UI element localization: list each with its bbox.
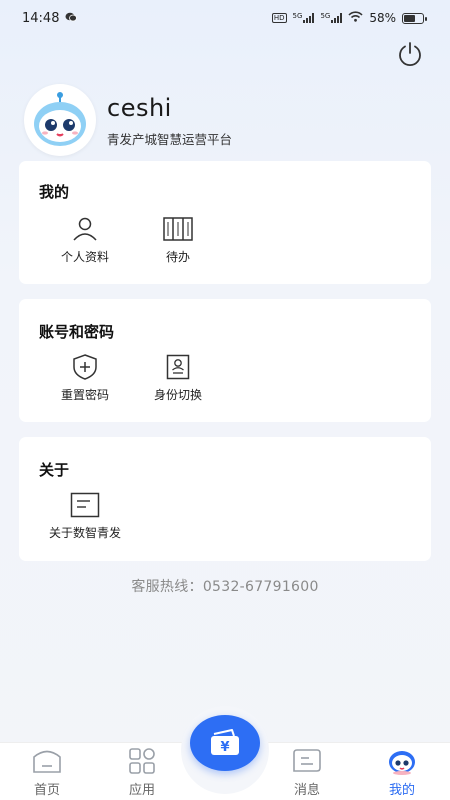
mine-card-title: 我的 xyxy=(39,183,70,201)
person-icon xyxy=(72,214,98,244)
nav-messages[interactable]: 消息 xyxy=(277,747,337,798)
todo-label: 待办 xyxy=(165,250,190,264)
nav-messages-label: 消息 xyxy=(293,783,320,798)
todo-button[interactable]: 待办 xyxy=(133,214,223,265)
wechat-icon xyxy=(65,11,78,26)
home-icon xyxy=(32,747,62,775)
wifi-icon xyxy=(348,11,363,25)
battery-icon xyxy=(402,12,427,24)
reset-password-label: 重置密码 xyxy=(60,388,109,402)
profile-header: ceshi 青发产城智慧运营平台 xyxy=(24,84,232,156)
apps-grid-icon xyxy=(128,747,156,775)
avatar[interactable] xyxy=(24,84,96,156)
nav-home-label: 首页 xyxy=(33,783,60,798)
switch-identity-label: 身份切换 xyxy=(153,388,202,402)
profile-info-label: 个人资料 xyxy=(60,250,109,264)
nav-apps[interactable]: 应用 xyxy=(112,747,172,798)
battery-percent: 58% xyxy=(369,11,396,25)
robot-avatar-icon xyxy=(34,92,86,146)
profile-info-button[interactable]: 个人资料 xyxy=(40,214,130,265)
customer-service-hotline[interactable]: 客服热线：0532-67791600 xyxy=(0,576,450,596)
switch-identity-button[interactable]: 身份切换 xyxy=(133,352,223,403)
id-card-icon xyxy=(166,352,190,382)
reset-password-button[interactable]: 重置密码 xyxy=(40,352,130,403)
mine-card: 我的 个人资料 待办 xyxy=(19,161,431,284)
status-bar: 14:48 HD 5G 5G 58% xyxy=(0,0,450,36)
wallet-yen-icon: ¥ xyxy=(211,729,239,755)
robot-avatar-icon xyxy=(387,747,417,775)
status-right: HD 5G 5G 58% xyxy=(271,11,427,25)
profile-text: ceshi 青发产城智慧运营平台 xyxy=(107,93,232,148)
signal-5g-2: 5G xyxy=(320,13,343,23)
platform-name: 青发产城智慧运营平台 xyxy=(107,131,233,147)
hd-badge: HD xyxy=(271,13,287,23)
about-card: 关于 关于数智青发 xyxy=(19,437,431,561)
signal-5g-1: 5G xyxy=(293,13,315,23)
svg-text:¥: ¥ xyxy=(220,740,229,755)
nav-home[interactable]: 首页 xyxy=(17,747,77,798)
todo-icon xyxy=(163,214,193,244)
shield-plus-icon xyxy=(72,352,98,382)
nav-mine-label: 我的 xyxy=(388,783,415,798)
power-icon[interactable] xyxy=(396,40,424,68)
account-card-title: 账号和密码 xyxy=(39,323,115,341)
about-app-label: 关于数智青发 xyxy=(48,526,121,540)
status-time: 14:48 xyxy=(22,10,60,26)
document-icon xyxy=(70,490,100,520)
message-icon xyxy=(292,747,322,775)
status-left: 14:48 xyxy=(22,10,78,26)
user-name: ceshi xyxy=(107,93,172,122)
nav-apps-label: 应用 xyxy=(128,783,155,798)
center-wallet-button[interactable]: ¥ xyxy=(190,715,260,771)
nav-mine[interactable]: 我的 xyxy=(372,747,432,798)
about-app-button[interactable]: 关于数智青发 xyxy=(34,490,136,541)
about-card-title: 关于 xyxy=(39,461,70,479)
account-card: 账号和密码 重置密码 身份切换 xyxy=(19,299,431,422)
